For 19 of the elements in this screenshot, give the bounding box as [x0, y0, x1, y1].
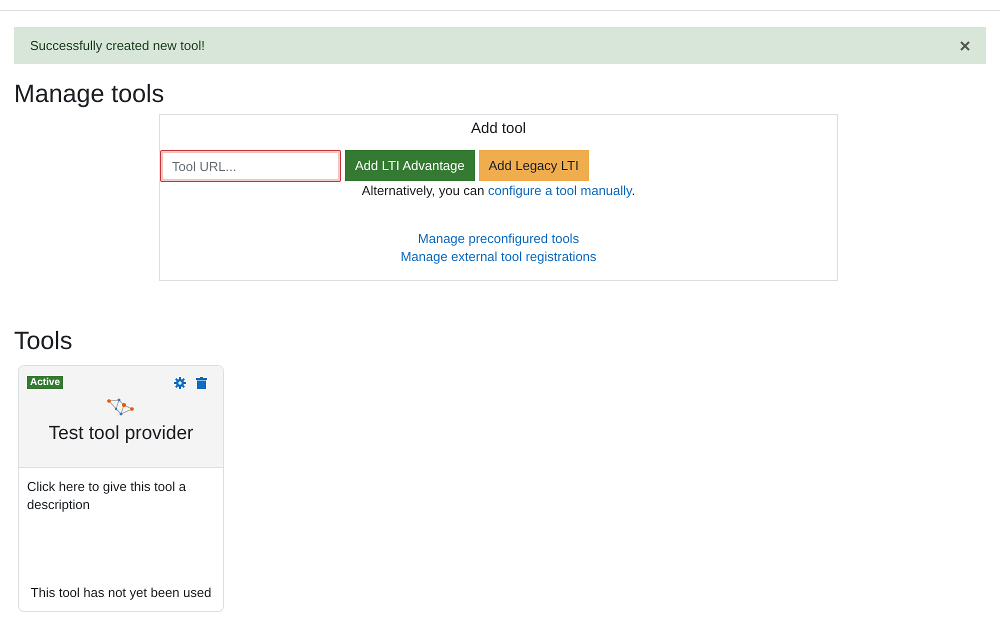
tool-description[interactable]: Click here to give this tool a description	[27, 478, 215, 514]
settings-icon[interactable]	[174, 376, 186, 388]
configure-link[interactable]: configure a tool manually	[488, 183, 632, 198]
add-button[interactable]: Add Legacy LTI	[478, 150, 589, 181]
delete-icon[interactable]	[196, 376, 207, 388]
url-field[interactable]: Tool URL...	[160, 150, 341, 182]
status-badge: Active	[27, 376, 64, 389]
manage-link[interactable]: Manage preconfigured tools	[418, 231, 580, 246]
add-button[interactable]: Add LTI Advantage	[345, 150, 475, 181]
page-heading: Manage tools	[14, 80, 166, 108]
close-icon[interactable]	[960, 40, 970, 50]
usage-text: This tool has not yet been used	[30, 585, 212, 600]
network-icon	[107, 397, 135, 417]
alternative-text: Alternatively, you can configure a tool manually.	[360, 183, 636, 198]
section-heading: Tools	[14, 327, 74, 355]
manage-link[interactable]: Manage external tool registrations	[400, 249, 596, 264]
tool-name: Test tool provider	[48, 423, 194, 445]
panel-title: Add tool	[470, 120, 528, 139]
alert-message: Successfully created new tool!	[30, 38, 205, 53]
